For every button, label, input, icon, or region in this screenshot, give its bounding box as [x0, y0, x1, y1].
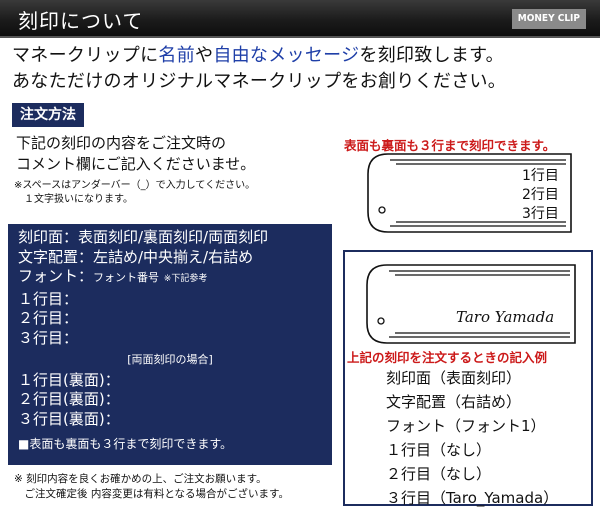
- form-double-sided-heading: [両面刻印の場合]: [127, 352, 213, 366]
- intro-text-c: を刻印致します。: [359, 45, 504, 66]
- example-entry: １行目（なし）: [386, 441, 492, 459]
- example-entry: 刻印面（表面刻印）: [386, 369, 522, 387]
- money-clip-example-diagram: [366, 264, 576, 344]
- intro-line-2: あなただけのオリジナルマネークリップをお創りください。: [12, 71, 507, 92]
- example-entry: ３行目（Taro_Yamada）: [386, 489, 559, 507]
- engraving-form-template: 刻印面：表面刻印/裏面刻印/両面刻印 文字配置：左詰め/中央揃え/右詰め フォン…: [8, 224, 332, 465]
- intro-line-1: マネークリップに名前や自由なメッセージを刻印致します。: [12, 43, 506, 69]
- example-heading: 上記の刻印を注文するときの記入例: [347, 350, 548, 365]
- form-note: ■表面も裏面も３行まで刻印できます。: [18, 437, 233, 452]
- money-clip-badge: MONEY CLIP: [511, 9, 586, 29]
- form-row-2: ２行目：: [18, 309, 79, 328]
- form-engraving-side: 刻印面：表面刻印/裏面刻印/両面刻印: [18, 228, 269, 246]
- header-bar: 刻印について MONEY CLIP: [0, 0, 600, 38]
- intro-text-a: マネークリップに: [12, 45, 159, 66]
- footnote-line-1: ※ 刻印内容を良くお確かめの上、ご注文お願います。: [14, 473, 267, 485]
- order-method-label: 注文方法: [12, 103, 84, 127]
- instruction-line-2: コメント欄にご記入くださいませ。: [16, 155, 256, 173]
- form-back-row-3: ３行目(裏面)：: [18, 409, 120, 428]
- form-row-3: ３行目：: [18, 328, 79, 347]
- example-entries: 刻印面（表面刻印） 文字配置（右詰め） フォント（フォント1） １行目（なし） …: [386, 366, 558, 510]
- form-back-row-2: ２行目(裏面)：: [18, 390, 120, 409]
- footnote: ※ 刻印内容を良くお確かめの上、ご注文お願います。 ご注文確定後 内容変更は有料…: [14, 472, 289, 502]
- clip-line-label-1: 1行目: [522, 168, 559, 184]
- clip-line-label-3: 3行目: [522, 206, 559, 222]
- intro-text-b: や: [195, 45, 214, 66]
- form-font-ref: ※下記参考: [163, 274, 208, 285]
- example-entry: 文字配置（右詰め）: [386, 393, 522, 411]
- form-text-alignment: 文字配置：左詰め/中央揃え/右詰め: [18, 247, 254, 266]
- underscore-note-line-2: １文字扱いになります。: [14, 194, 133, 205]
- underscore-note: ※スペースはアンダーバー（_）で入力してください。 １文字扱いになります。: [14, 179, 255, 207]
- form-font: フォント：フォント番号 ※下記参考: [18, 267, 322, 290]
- page-title: 刻印について: [18, 9, 144, 33]
- clip-line-labels: 1行目 2行目 3行目: [522, 167, 559, 224]
- intro-text: マネークリップに名前や自由なメッセージを刻印致します。 あなただけのオリジナルマ…: [12, 43, 506, 95]
- example-entry: ２行目（なし）: [386, 465, 492, 483]
- clip-line-label-2: 2行目: [522, 187, 559, 203]
- form-back-row-1: １行目(裏面)：: [18, 370, 120, 389]
- footnote-line-2: ご注文確定後 内容変更は有料となる場合がございます。: [14, 488, 289, 500]
- clip-outline: [366, 264, 576, 344]
- underscore-note-line-1: ※スペースはアンダーバー（_）で入力してください。: [14, 180, 256, 191]
- form-font-label: フォント：: [18, 267, 94, 286]
- example-entry: フォント（フォント1）: [386, 417, 546, 435]
- engraved-name: Taro Yamada: [456, 308, 555, 326]
- instruction-line-1: 下記の刻印の内容をご注文時の: [16, 134, 227, 152]
- form-font-value: フォント番号: [93, 271, 160, 285]
- intro-highlight-message: 自由なメッセージ: [213, 45, 360, 66]
- order-instructions: 下記の刻印の内容をご注文時の コメント欄にご記入くださいませ。: [16, 133, 255, 175]
- form-row-1: １行目：: [18, 289, 79, 308]
- intro-highlight-name: 名前: [158, 45, 196, 66]
